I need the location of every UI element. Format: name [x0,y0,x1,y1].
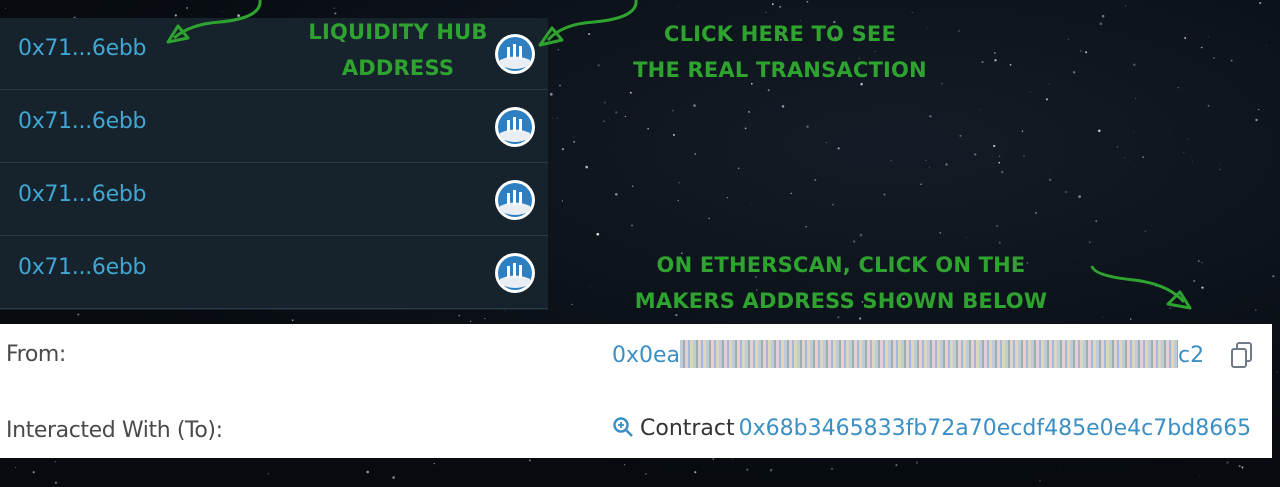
list-item[interactable]: 0x71...6ebb [0,164,548,236]
redacted-address-block [680,340,1179,368]
annotation-line: ADDRESS [341,56,455,80]
liquidity-hub-address-link[interactable]: 0x71...6ebb [18,36,146,61]
annotation-line: LIQUIDITY HUB [308,20,488,44]
from-label: From: [6,342,66,367]
contract-label: Contract [640,416,735,441]
contract-address-link[interactable]: 0x68b3465833fb72a70ecdf485e0e4c7bd8665 [739,416,1252,441]
liquidity-hub-address-link[interactable]: 0x71...6ebb [18,109,146,134]
list-item[interactable]: 0x71...6ebb [0,237,548,309]
address-suffix[interactable]: c2 [1178,343,1204,368]
uniswap-token-icon[interactable] [494,252,536,294]
annotation-line: THE REAL TRANSACTION [633,58,927,82]
etherscan-annotation: ON ETHERSCAN, CLICK ON THE MAKERS ADDRES… [596,247,1086,319]
annotation-line: CLICK HERE TO SEE [663,22,897,46]
zoom-in-icon[interactable] [612,416,634,438]
click-here-annotation: CLICK HERE TO SEE THE REAL TRANSACTION [600,16,960,88]
makers-address-link[interactable]: 0x0ea c2 [612,340,1204,372]
contract-value: Contract 0x68b3465833fb72a70ecdf485e0e4c7… [612,416,1272,448]
uniswap-token-icon[interactable] [494,33,536,75]
annotation-line: MAKERS ADDRESS SHOWN BELOW [634,289,1048,313]
liquidity-hub-annotation: LIQUIDITY HUB ADDRESS [296,14,500,86]
annotation-line: ON ETHERSCAN, CLICK ON THE [656,253,1026,277]
copy-icon[interactable] [1230,341,1254,369]
interacted-with-label: Interacted With (To): [6,418,223,443]
arrow-to-address-icon [166,0,262,44]
arrow-to-makers-address-icon [1090,265,1192,310]
address-prefix[interactable]: 0x0ea [612,343,680,368]
uniswap-token-icon[interactable] [494,179,536,221]
uniswap-token-icon[interactable] [494,106,536,148]
list-item[interactable]: 0x71...6ebb [0,91,548,163]
liquidity-hub-address-link[interactable]: 0x71...6ebb [18,255,146,280]
liquidity-hub-address-link[interactable]: 0x71...6ebb [18,182,146,207]
arrow-to-token-icon [538,0,638,47]
etherscan-details: From: 0x0ea c2 Interacted With (To): Cont… [0,324,1272,458]
